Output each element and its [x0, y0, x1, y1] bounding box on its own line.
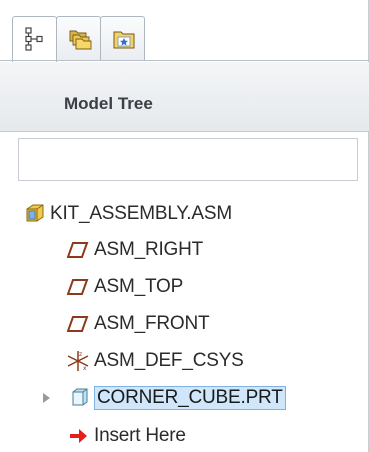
tree-item-label: ASM_TOP [94, 276, 184, 297]
tree-item-label: ASM_DEF_CSYS [94, 350, 244, 371]
insert-arrow-icon [64, 422, 92, 450]
tree-item-label: KIT_ASSEMBLY.ASM [50, 203, 232, 224]
model-tree-panel: Model Tree KIT_ASSEMBLY.ASM ASM_RIGHT AS… [0, 0, 369, 452]
tree-structure-icon [25, 27, 43, 51]
folders-icon [69, 30, 92, 50]
model-tree-tab[interactable] [12, 16, 57, 62]
tree-item-asm-def-csys[interactable]: z x ASM_DEF_CSYS [64, 343, 244, 379]
tree-item-asm-top[interactable]: ASM_TOP [64, 269, 183, 305]
svg-text:x: x [83, 365, 87, 372]
tree-item-label: ASM_FRONT [94, 313, 210, 334]
page-title: Model Tree [64, 94, 153, 113]
datum-plane-icon [64, 236, 92, 264]
datum-plane-icon [64, 273, 92, 301]
svg-text:z: z [79, 351, 82, 358]
expand-arrow-icon[interactable] [40, 391, 52, 405]
folder-browser-tab[interactable] [56, 16, 101, 61]
tree-item-label: Insert Here [94, 425, 186, 446]
tree-item-asm-front[interactable]: ASM_FRONT [64, 306, 210, 342]
tree-item-insert-here[interactable]: Insert Here [64, 418, 186, 452]
tabstrip-divider [0, 60, 369, 61]
model-tree-header: Model Tree [0, 62, 369, 132]
assembly-icon [20, 200, 48, 228]
tree-item-assembly[interactable]: KIT_ASSEMBLY.ASM [20, 196, 232, 232]
coordinate-system-icon: z x [64, 347, 92, 375]
tree-item-label: ASM_RIGHT [94, 239, 204, 260]
navigator-tabstrip [0, 0, 369, 62]
tree-item-label-selected: CORNER_CUBE.PRT [94, 386, 286, 410]
star-folder-icon [113, 31, 135, 49]
tree-item-asm-right[interactable]: ASM_RIGHT [64, 232, 203, 268]
tree-filter-bar[interactable] [18, 138, 358, 181]
favorites-tab[interactable] [100, 16, 145, 61]
tree-item-corner-cube[interactable]: CORNER_CUBE.PRT [64, 380, 286, 416]
datum-plane-icon [64, 310, 92, 338]
part-icon [64, 384, 92, 412]
